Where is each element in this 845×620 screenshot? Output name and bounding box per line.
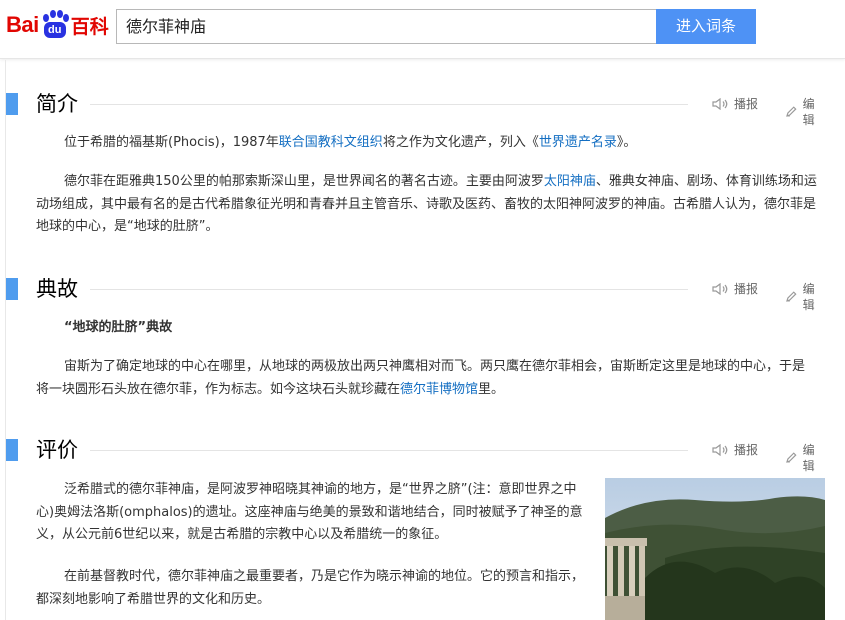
edit-label: 编辑 [802, 282, 815, 312]
pencil-icon [786, 106, 797, 117]
section-title: 简介 [36, 92, 78, 116]
section-divider [90, 450, 688, 451]
delphi-landscape-image [605, 478, 825, 620]
pencil-icon [786, 452, 797, 463]
play-label: 播报 [734, 97, 759, 111]
allusion-subtitle: “地球的肚脐”典故 [64, 320, 173, 335]
play-label: 播报 [734, 282, 759, 296]
section-header-allusion: 典故 播报 编辑 [6, 274, 826, 312]
paw-toe [42, 14, 49, 22]
section-divider [90, 104, 688, 105]
link-world-heritage-list[interactable]: 世界遗产名录 [539, 135, 617, 150]
edit-button[interactable]: 编辑 [785, 442, 826, 474]
enter-entry-button[interactable]: 进入词条 [656, 9, 756, 44]
section-divider [90, 289, 688, 290]
paw-toe [62, 14, 69, 22]
paw-toe [49, 10, 56, 18]
left-border-line [5, 60, 6, 620]
allusion-paragraph-1: 宙斯为了确定地球的中心在哪里，从地球的两极放出两只神鹰相对而飞。两只鹰在德尔菲相… [36, 356, 814, 401]
section-title: 典故 [36, 277, 78, 301]
speaker-icon [712, 283, 728, 295]
evaluation-paragraph-1: 泛希腊式的德尔菲神庙，是阿波罗神昭晓其神谕的地方，是“世界之脐”(注：意即世界之… [36, 482, 583, 542]
text-span: 将之作为文化遗产，列入《 [382, 135, 539, 150]
search-input[interactable]: 德尔菲神庙 [116, 9, 657, 44]
top-header: Bai du 百科 德尔菲神庙 进入词条 [0, 0, 845, 59]
text-span: 里。 [478, 381, 505, 397]
section-title: 评价 [36, 438, 78, 462]
play-audio-button[interactable]: 播报 [712, 442, 758, 458]
edit-label: 编辑 [802, 443, 815, 473]
section-accent-bar [6, 278, 18, 300]
edit-button[interactable]: 编辑 [785, 281, 826, 313]
play-audio-button[interactable]: 播报 [712, 281, 758, 297]
text-span: 德尔菲在距雅典150公里的帕那索斯深山里，是世界闻名的著名古迹。主要由阿波罗 [64, 174, 544, 189]
logo-baike-text: 百科 [70, 15, 109, 38]
edit-label: 编辑 [802, 97, 815, 127]
link-sun-temple[interactable]: 太阳神庙 [544, 174, 596, 189]
pencil-icon [786, 291, 797, 302]
evaluation-paragraph-2: 在前基督教时代，德尔菲神庙之最重要者，乃是它作为晓示神谕的地位。它的预言和指示，… [36, 569, 585, 607]
play-audio-button[interactable]: 播报 [712, 96, 758, 112]
text-span: 》。 [616, 135, 637, 150]
edit-button[interactable]: 编辑 [785, 96, 826, 128]
logo-du-text: du [43, 22, 66, 38]
speaker-icon [712, 444, 728, 456]
section-header-intro: 简介 播报 编辑 [6, 89, 826, 127]
intro-paragraph-1: 位于希腊的福基斯(Phocis)，1987年联合国教科文组织将之作为文化遗产，列… [36, 132, 796, 155]
paw-toe [56, 10, 63, 18]
baidu-baike-logo[interactable]: Bai du 百科 [6, 8, 110, 42]
delphi-photo[interactable] [605, 478, 825, 620]
section-accent-bar [6, 439, 18, 461]
speaker-icon [712, 98, 728, 110]
logo-bai-text: Bai [6, 12, 39, 37]
link-delphi-museum[interactable]: 德尔菲博物馆 [400, 382, 478, 397]
link-unesco[interactable]: 联合国教科文组织 [279, 135, 383, 150]
play-label: 播报 [734, 443, 759, 457]
section-accent-bar [6, 93, 18, 115]
intro-paragraph-2: 德尔菲在距雅典150公里的帕那索斯深山里，是世界闻名的著名古迹。主要由阿波罗太阳… [36, 171, 822, 239]
paw-icon: du [40, 10, 70, 40]
text-span: 位于希腊的福基斯(Phocis)，1987年 [64, 135, 279, 150]
section-header-evaluation: 评价 播报 编辑 [6, 435, 826, 473]
